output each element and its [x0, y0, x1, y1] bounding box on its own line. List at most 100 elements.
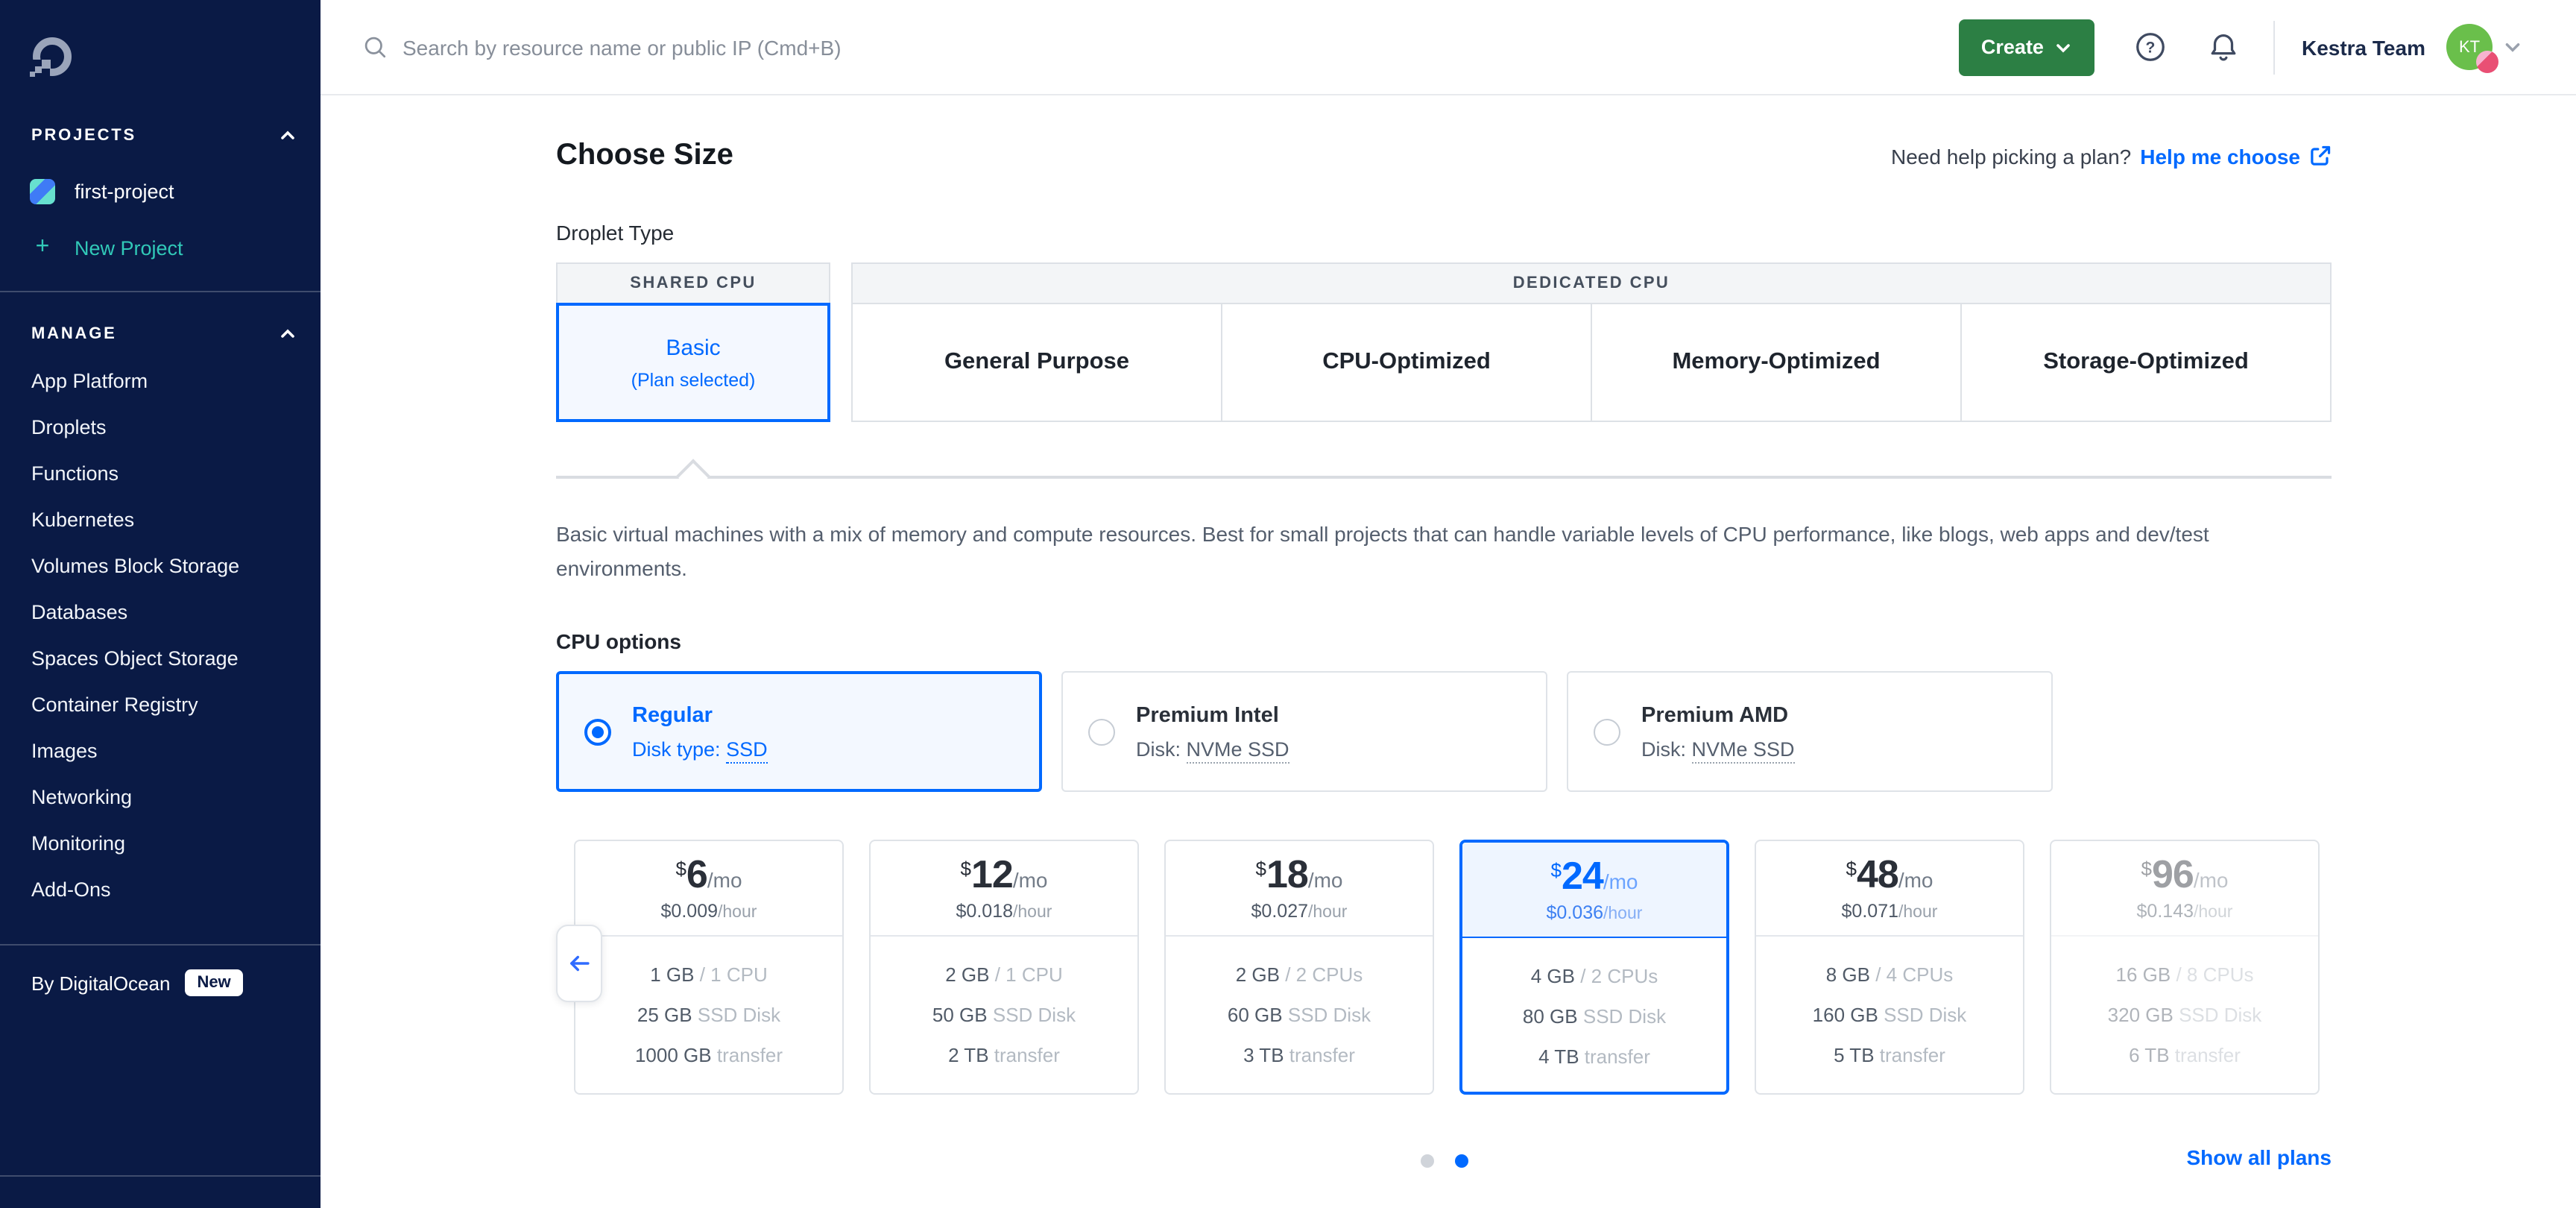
- plan-card-96-mo[interactable]: $96/mo$0.143/hour16 GB / 8 CPUs320 GB SS…: [2050, 840, 2320, 1095]
- plan-card-6-mo[interactable]: $6/mo$0.009/hour1 GB / 1 CPU25 GB SSD Di…: [574, 840, 844, 1095]
- cpu-option-subtitle: Disk type: SSD: [632, 737, 768, 760]
- disk-prefix: Disk type:: [632, 737, 726, 760]
- carousel-dot-1[interactable]: [1420, 1154, 1433, 1167]
- plan-specs: 4 GB / 2 CPUs80 GB SSD Disk4 TB transfer: [1462, 938, 1726, 1077]
- external-link-icon: [2309, 145, 2332, 167]
- digitalocean-logo[interactable]: [0, 0, 321, 91]
- sidebar-item-first-project[interactable]: first-project: [0, 179, 321, 204]
- team-avatar[interactable]: KT: [2446, 24, 2493, 70]
- sidebar-item-kubernetes[interactable]: Kubernetes: [0, 497, 321, 543]
- currency-symbol: $: [961, 859, 971, 878]
- notifications-button[interactable]: [2206, 30, 2241, 64]
- help-me-choose-link[interactable]: Help me choose: [2140, 144, 2332, 168]
- sidebar-item-droplets[interactable]: Droplets: [0, 404, 321, 450]
- search-input[interactable]: [400, 34, 1032, 60]
- currency-symbol: $: [675, 859, 686, 878]
- sidebar-item-container-registry[interactable]: Container Registry: [0, 682, 321, 728]
- sidebar-menu: App PlatformDropletsFunctionsKubernetesV…: [0, 358, 321, 913]
- hourly-value: $0.036: [1547, 902, 1603, 923]
- tab-memory-optimized[interactable]: Memory-Optimized: [1591, 304, 1960, 421]
- sidebar-item-networking[interactable]: Networking: [0, 774, 321, 820]
- plan-card-12-mo[interactable]: $12/mo$0.018/hour2 GB / 1 CPU50 GB SSD D…: [869, 840, 1139, 1095]
- tab-general-purpose[interactable]: General Purpose: [853, 304, 1221, 421]
- tab-basic-selected[interactable]: Basic (Plan selected): [556, 303, 830, 422]
- spec-light: transfer: [1284, 1044, 1355, 1066]
- price-per-hour: $0.071/hour: [1842, 901, 1938, 922]
- disk-prefix: Disk:: [1641, 737, 1692, 760]
- plan-card-24-mo[interactable]: $24/mo$0.036/hour4 GB / 2 CPUs80 GB SSD …: [1459, 840, 1729, 1095]
- show-all-plans-link[interactable]: Show all plans: [2187, 1145, 2332, 1169]
- per-month-suffix: /mo: [1603, 871, 1638, 892]
- radio-selected-icon: [584, 718, 611, 745]
- sidebar-item-add-ons[interactable]: Add-Ons: [0, 866, 321, 913]
- sidebar: PROJECTS first-project + New Project MAN…: [0, 0, 321, 1208]
- sidebar-item-monitoring[interactable]: Monitoring: [0, 820, 321, 866]
- create-button[interactable]: Create: [1959, 19, 2094, 75]
- plan-price-area: $12/mo$0.018/hour: [871, 841, 1137, 937]
- spec-strong: 25 GB: [637, 1004, 692, 1026]
- cpu-option-premium-intel[interactable]: Premium IntelDisk: NVMe SSD: [1061, 671, 1547, 792]
- topbar: Create ? Kestra Team KT: [321, 0, 2576, 95]
- project-name: first-project: [75, 180, 174, 203]
- bell-icon: [2206, 30, 2241, 64]
- spec-strong: 2 GB: [1236, 963, 1280, 986]
- tab-storage-optimized[interactable]: Storage-Optimized: [1960, 304, 2330, 421]
- plan-specs: 2 GB / 1 CPU50 GB SSD Disk2 TB transfer: [871, 937, 1137, 1075]
- team-badge-icon: [2476, 51, 2498, 73]
- price-line: $12/mo: [961, 855, 1048, 893]
- plan-card-18-mo[interactable]: $18/mo$0.027/hour2 GB / 2 CPUs60 GB SSD …: [1164, 840, 1434, 1095]
- manage-section-header[interactable]: MANAGE: [0, 325, 321, 343]
- dedicated-cpu-header: DEDICATED CPU: [851, 262, 2332, 304]
- price-line: $18/mo: [1256, 855, 1343, 893]
- cpu-option-title: Premium Intel: [1136, 703, 1289, 727]
- new-project-label: New Project: [75, 236, 183, 259]
- spec-light: SSD Disk: [1283, 1004, 1371, 1026]
- per-hour-suffix: /hour: [1308, 904, 1347, 922]
- transfer-spec: 3 TB transfer: [1243, 1035, 1355, 1075]
- transfer-spec: 6 TB transfer: [2129, 1035, 2241, 1075]
- spec-light: / 4 CPUs: [1870, 963, 1953, 986]
- sidebar-bottom-strip: [0, 1175, 321, 1208]
- content: Choose Size Need help picking a plan? He…: [321, 95, 2576, 1208]
- account-menu-button[interactable]: [2503, 37, 2522, 57]
- spec-light: / 2 CPUs: [1575, 965, 1658, 987]
- price-line: $96/mo: [2141, 855, 2229, 893]
- disk-spec: 50 GB SSD Disk: [932, 995, 1076, 1035]
- cpu-option-premium-amd[interactable]: Premium AMDDisk: NVMe SSD: [1567, 671, 2053, 792]
- hourly-value: $0.009: [661, 901, 718, 922]
- plan-price-area: $18/mo$0.027/hour: [1166, 841, 1433, 937]
- spec-light: / 8 CPUs: [2171, 963, 2253, 986]
- search-bar: [362, 34, 1959, 60]
- ram-cpu-spec: 4 GB / 2 CPUs: [1531, 956, 1658, 996]
- cpu-option-regular[interactable]: RegularDisk type: SSD: [556, 671, 1042, 792]
- sidebar-item-volumes-block-storage[interactable]: Volumes Block Storage: [0, 543, 321, 589]
- hourly-value: $0.018: [956, 901, 1013, 922]
- projects-label: PROJECTS: [31, 127, 136, 145]
- currency-symbol: $: [1551, 861, 1562, 880]
- price-per-hour: $0.009/hour: [661, 901, 757, 922]
- cpu-options-label: CPU options: [556, 629, 2332, 653]
- question-icon: ?: [2133, 30, 2168, 64]
- sidebar-item-images[interactable]: Images: [0, 728, 321, 774]
- carousel-dot-2-active[interactable]: [1454, 1154, 1468, 1167]
- carousel-prev-button[interactable]: [556, 925, 602, 1002]
- plans-carousel: $6/mo$0.009/hour1 GB / 1 CPU25 GB SSD Di…: [556, 840, 2332, 1095]
- new-project-button[interactable]: + New Project: [0, 236, 321, 259]
- sidebar-item-databases[interactable]: Databases: [0, 589, 321, 635]
- plan-card-48-mo[interactable]: $48/mo$0.071/hour8 GB / 4 CPUs160 GB SSD…: [1755, 840, 2024, 1095]
- spec-strong: 50 GB: [932, 1004, 988, 1026]
- sidebar-item-functions[interactable]: Functions: [0, 450, 321, 497]
- projects-section-header[interactable]: PROJECTS: [0, 127, 321, 145]
- sidebar-footer: By DigitalOcean New: [0, 969, 321, 996]
- topbar-divider: [2273, 20, 2275, 74]
- disk-prefix: Disk:: [1136, 737, 1187, 760]
- sidebar-item-spaces-object-storage[interactable]: Spaces Object Storage: [0, 635, 321, 682]
- help-button[interactable]: ?: [2133, 30, 2168, 64]
- sidebar-item-app-platform[interactable]: App Platform: [0, 358, 321, 404]
- project-icon: [30, 179, 55, 204]
- help-area: Need help picking a plan? Help me choose: [1891, 144, 2332, 168]
- plan-description: Basic virtual machines with a mix of mem…: [556, 518, 2285, 586]
- team-name[interactable]: Kestra Team: [2302, 35, 2425, 59]
- dedicated-cpu-options: General PurposeCPU-OptimizedMemory-Optim…: [851, 303, 2332, 422]
- tab-cpu-optimized[interactable]: CPU-Optimized: [1221, 304, 1591, 421]
